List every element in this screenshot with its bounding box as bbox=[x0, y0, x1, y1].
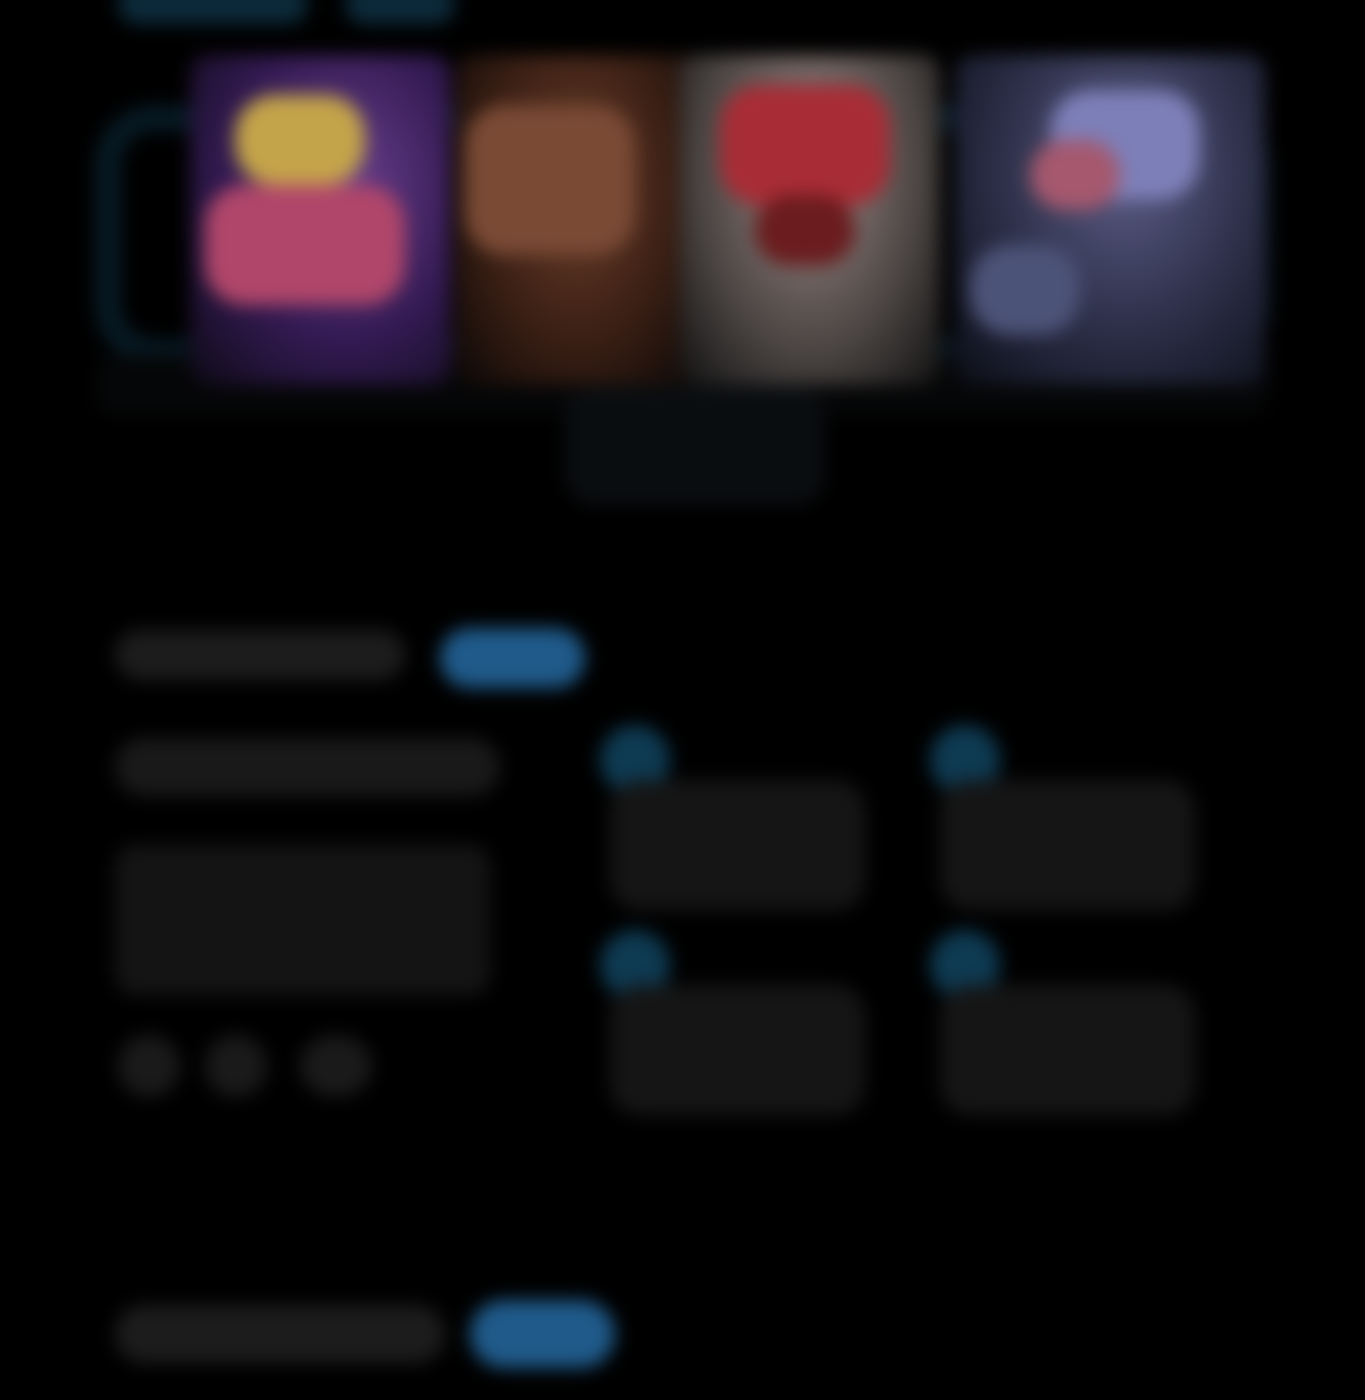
feature-tile-1[interactable] bbox=[590, 725, 865, 915]
feature-tile-4[interactable] bbox=[920, 930, 1195, 1120]
field-label-bar bbox=[115, 738, 500, 796]
feature-tile-3[interactable] bbox=[590, 930, 865, 1120]
option-dot-3[interactable] bbox=[300, 1035, 372, 1097]
page bbox=[0, 0, 1365, 1400]
carousel-card-1[interactable] bbox=[190, 55, 450, 385]
feature-tile-2[interactable] bbox=[920, 725, 1195, 915]
footer-input[interactable] bbox=[115, 1305, 445, 1363]
tile-3-body bbox=[610, 985, 865, 1115]
search-input[interactable] bbox=[115, 630, 405, 680]
card-artwork-highlight bbox=[235, 95, 365, 185]
card-artwork-figure bbox=[720, 85, 890, 205]
card-artwork-detail bbox=[1030, 140, 1120, 210]
card-artwork-figure bbox=[205, 185, 405, 305]
option-dot-1[interactable] bbox=[118, 1035, 180, 1097]
card-artwork-figure bbox=[465, 105, 635, 255]
form-panel[interactable] bbox=[115, 845, 490, 995]
top-nav-chip-2[interactable] bbox=[345, 0, 455, 24]
tile-2-body bbox=[940, 780, 1195, 910]
carousel-shadow bbox=[565, 385, 825, 505]
carousel-card-3[interactable] bbox=[680, 55, 940, 385]
option-dot-2[interactable] bbox=[205, 1035, 267, 1097]
primary-action-button[interactable] bbox=[440, 628, 585, 688]
tile-4-body bbox=[940, 985, 1195, 1115]
card-artwork-detail bbox=[755, 195, 855, 265]
card-artwork-detail bbox=[970, 245, 1080, 335]
top-nav-chip-1[interactable] bbox=[118, 0, 308, 24]
tile-1-body bbox=[610, 780, 865, 910]
carousel-card-2[interactable] bbox=[455, 55, 700, 385]
carousel-card-4[interactable] bbox=[955, 55, 1265, 385]
hero-carousel bbox=[95, 55, 1270, 505]
footer-action-button[interactable] bbox=[470, 1300, 615, 1368]
